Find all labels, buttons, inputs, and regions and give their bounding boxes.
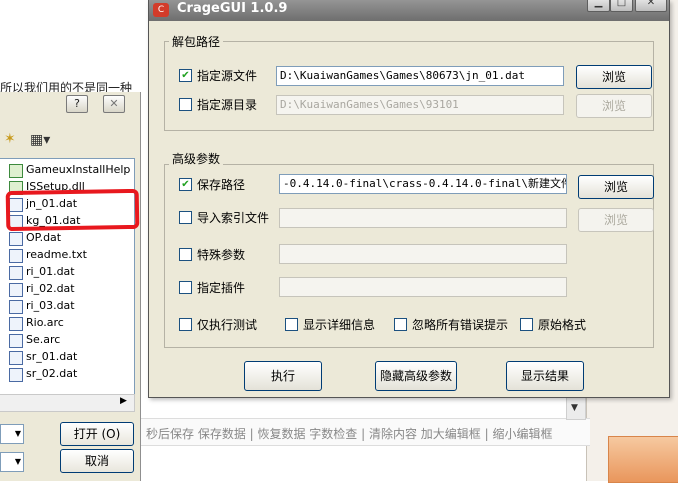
import-index-label: 导入索引文件 xyxy=(197,211,270,225)
source-file-checkbox[interactable]: ✔ xyxy=(179,69,192,82)
file-icon xyxy=(9,300,23,314)
editor-toolbar-links[interactable]: 秒后保存 保存数据 | 恢复数据 字数检查 | 清除内容 加大编辑框 | 缩小编… xyxy=(146,425,552,442)
file-name: GameuxInstallHelp xyxy=(26,163,131,176)
browse-source-dir-button[interactable]: 浏览 xyxy=(576,94,652,118)
horizontal-scrollbar[interactable]: ▶ xyxy=(0,394,135,412)
new-folder-icon[interactable]: ✶ xyxy=(4,131,16,147)
list-item[interactable]: readme.txt xyxy=(9,247,87,263)
file-name: ri_02.dat xyxy=(26,282,75,295)
file-name-combo[interactable]: ▼ xyxy=(0,424,24,444)
test-only-label: 仅执行测试 xyxy=(197,318,258,332)
list-item[interactable]: Rio.arc xyxy=(9,315,64,331)
cancel-button[interactable]: 取消 xyxy=(60,449,134,473)
save-path-label: 保存路径 xyxy=(197,178,246,192)
execute-button[interactable]: 执行 xyxy=(244,361,322,391)
file-icon xyxy=(9,351,23,365)
file-name: Rio.arc xyxy=(26,316,64,329)
list-item[interactable]: sr_02.dat xyxy=(9,366,78,382)
window-title: CrageGUI 1.0.9 xyxy=(177,1,288,16)
unpack-path-heading: 解包路径 xyxy=(169,33,224,50)
file-name: OP.dat xyxy=(26,231,62,244)
browse-index-button[interactable]: 浏览 xyxy=(578,208,654,232)
plugin-checkbox[interactable]: ✔ xyxy=(179,281,192,294)
scroll-down-button[interactable]: ▼ xyxy=(566,396,586,420)
test-only-checkbox[interactable]: ✔ xyxy=(179,318,192,331)
dialog-toolbar: ✶ ▦▾ xyxy=(4,131,136,153)
file-name: sr_02.dat xyxy=(26,367,78,380)
file-type-combo[interactable]: ▼ xyxy=(0,452,24,472)
import-index-field[interactable] xyxy=(279,208,567,228)
import-index-checkbox[interactable]: ✔ xyxy=(179,211,192,224)
special-params-checkbox[interactable]: ✔ xyxy=(179,248,192,261)
chevron-down-icon: ▼ xyxy=(14,457,21,466)
list-item[interactable]: GameuxInstallHelp xyxy=(9,162,131,178)
source-file-label: 指定源文件 xyxy=(197,69,258,83)
verbose-label: 显示详细信息 xyxy=(303,318,376,332)
file-name: readme.txt xyxy=(26,248,87,261)
raw-format-label: 原始格式 xyxy=(538,318,587,332)
list-item[interactable]: ri_03.dat xyxy=(9,298,75,314)
text-file-icon xyxy=(9,249,23,263)
chevron-down-icon: ▼ xyxy=(14,429,21,438)
file-icon xyxy=(9,334,23,348)
close-button[interactable]: ✕ xyxy=(635,0,667,12)
minimize-button[interactable]: ▁ xyxy=(587,0,610,12)
plugin-field[interactable] xyxy=(279,277,567,297)
file-name: Se.arc xyxy=(26,333,61,346)
background-orange-box xyxy=(608,436,678,483)
list-item[interactable]: ri_01.dat xyxy=(9,264,75,280)
advanced-params-heading: 高级参数 xyxy=(169,150,224,167)
plugin-label: 指定插件 xyxy=(197,281,246,295)
list-item[interactable]: ri_02.dat xyxy=(9,281,75,297)
list-item[interactable]: OP.dat xyxy=(9,230,62,246)
ignore-errors-checkbox[interactable]: ✔ xyxy=(394,318,407,331)
special-params-field[interactable] xyxy=(279,244,567,264)
red-highlight-annotation xyxy=(5,188,140,232)
title-bar[interactable]: C CrageGUI 1.0.9 ▁ □ ✕ xyxy=(149,0,669,21)
show-result-button[interactable]: 显示结果 xyxy=(506,361,584,391)
raw-format-checkbox[interactable]: ✔ xyxy=(520,318,533,331)
file-name: ri_03.dat xyxy=(26,299,75,312)
close-button[interactable]: ✕ xyxy=(103,95,125,113)
save-path-field[interactable]: -0.4.14.0-final\crass-0.4.14.0-final\新建文… xyxy=(279,174,567,194)
chevron-right-icon: ▶ xyxy=(120,396,127,406)
source-dir-checkbox[interactable]: ✔ xyxy=(179,98,192,111)
save-path-checkbox[interactable]: ✔ xyxy=(179,178,192,191)
list-item[interactable]: Se.arc xyxy=(9,332,61,348)
file-name: ri_01.dat xyxy=(26,265,75,278)
file-icon xyxy=(9,317,23,331)
file-icon xyxy=(9,266,23,280)
app-icon: C xyxy=(153,3,169,17)
view-menu-icon[interactable]: ▦▾ xyxy=(30,132,50,148)
open-button[interactable]: 打开 (O) xyxy=(60,422,134,446)
verbose-checkbox[interactable]: ✔ xyxy=(285,318,298,331)
source-dir-label: 指定源目录 xyxy=(197,98,258,112)
file-icon xyxy=(9,368,23,382)
hide-advanced-button[interactable]: 隐藏高级参数 xyxy=(375,361,457,391)
list-item[interactable]: sr_01.dat xyxy=(9,349,78,365)
special-params-label: 特殊参数 xyxy=(197,248,246,262)
file-icon xyxy=(9,232,23,246)
chevron-down-icon: ▼ xyxy=(571,403,578,413)
crage-window: C CrageGUI 1.0.9 ▁ □ ✕ 解包路径 ✔ 指定源文件 D:\K… xyxy=(148,0,670,398)
ignore-errors-label: 忽略所有错误提示 xyxy=(412,318,509,332)
file-icon xyxy=(9,283,23,297)
browse-source-file-button[interactable]: 浏览 xyxy=(576,65,652,89)
maximize-button[interactable]: □ xyxy=(610,0,633,12)
setup-icon xyxy=(9,164,23,178)
file-name: sr_01.dat xyxy=(26,350,78,363)
browse-save-path-button[interactable]: 浏览 xyxy=(578,175,654,199)
source-dir-field[interactable]: D:\KuaiwanGames\Games\93101 xyxy=(276,95,564,115)
help-button[interactable]: ? xyxy=(66,95,88,113)
dialog-title-buttons: ? ✕ xyxy=(66,95,134,113)
source-file-field[interactable]: D:\KuaiwanGames\Games\80673\jn_01.dat xyxy=(276,66,564,86)
